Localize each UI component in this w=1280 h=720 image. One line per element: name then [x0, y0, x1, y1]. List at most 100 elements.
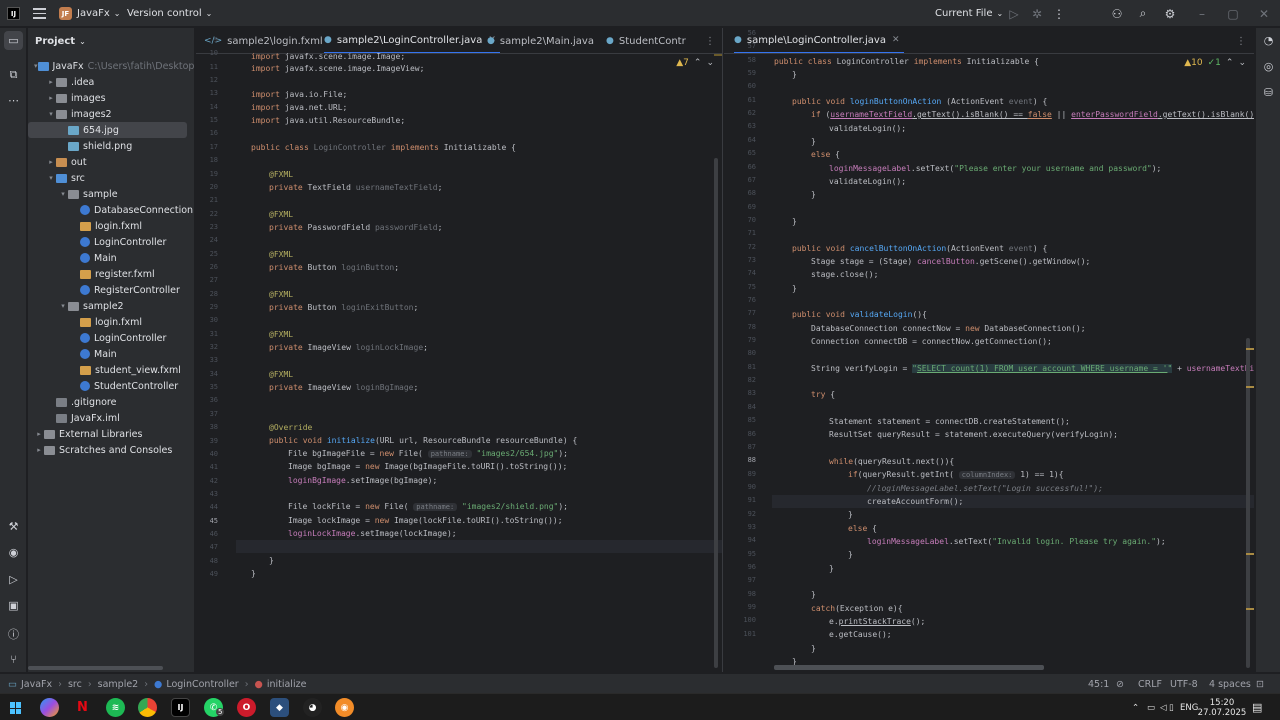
project-horizontal-scrollbar[interactable] — [28, 666, 163, 670]
tab-sample2-main-java[interactable]: ● sample2\Main.java — [487, 28, 594, 53]
tree-item[interactable]: ▾ images2 — [28, 106, 194, 122]
account-icon[interactable]: ⚇ — [1109, 0, 1125, 27]
lock-icon[interactable]: ⊡ — [1256, 674, 1264, 694]
tree-item[interactable]: ▾ sample2 — [28, 298, 194, 314]
tree-item[interactable]: register.fxml — [28, 266, 194, 282]
tree-item[interactable]: .gitignore — [28, 394, 194, 410]
project-panel-header[interactable]: Project ⌄ — [28, 28, 194, 54]
breadcrumb-item[interactable]: src — [68, 679, 82, 690]
tree-item[interactable]: LoginController — [28, 234, 194, 250]
run-tool-icon[interactable]: ▷ — [4, 570, 23, 589]
netflix-icon[interactable]: N — [73, 698, 92, 717]
tree-item[interactable]: ▸ Scratches and Consoles — [28, 442, 194, 458]
file-encoding[interactable]: UTF-8 — [1170, 674, 1198, 694]
database-icon[interactable]: ⛁ — [1259, 83, 1278, 102]
build-tool-icon[interactable]: ⚒ — [4, 517, 23, 536]
caret-position[interactable]: 45:1 — [1088, 674, 1109, 694]
run-icon[interactable]: ▷ — [1006, 0, 1022, 27]
expand-arrow-icon[interactable]: ▾ — [46, 110, 56, 118]
tree-item[interactable]: ▾ JavaFx C:\Users\fatih\Desktop\ — [28, 58, 194, 74]
collapse-arrow-icon[interactable]: ▸ — [46, 78, 56, 86]
ssms-icon[interactable]: ◆ — [270, 698, 289, 717]
tray-chevron-up-icon[interactable]: ⌃ — [1132, 694, 1139, 720]
network-icon[interactable]: ▭ — [1147, 694, 1155, 720]
close-window-icon[interactable]: ✕ — [1256, 0, 1272, 27]
indent-setting[interactable]: 4 spaces — [1209, 674, 1251, 694]
inspection-widget[interactable]: ▲10 ✓1 ⌃ ⌄ — [1184, 58, 1246, 68]
notifications-icon[interactable]: ◔ — [1259, 31, 1278, 50]
expand-arrow-icon[interactable]: ▾ — [34, 62, 38, 70]
run-configuration-widget[interactable]: Current File ⌄ — [935, 0, 1003, 27]
tab-studentcontroller[interactable]: ● StudentContr — [606, 28, 686, 53]
collapse-arrow-icon[interactable]: ▸ — [46, 94, 56, 102]
more-actions-icon[interactable]: ⋮ — [1051, 0, 1067, 27]
tree-item[interactable]: ▾ sample — [28, 186, 194, 202]
git-tool-icon[interactable]: ⑂ — [4, 650, 23, 669]
debug-icon[interactable]: ✲ — [1029, 0, 1045, 27]
expand-arrow-icon[interactable]: ▾ — [58, 302, 68, 310]
breadcrumb-item[interactable]: sample2 — [98, 679, 139, 690]
opera-gx-icon[interactable]: O — [237, 698, 256, 717]
breadcrumb-item[interactable]: initialize — [267, 679, 307, 690]
tree-item[interactable]: ▸ out — [28, 154, 194, 170]
collapse-arrow-icon[interactable]: ▸ — [34, 446, 44, 454]
structure-tool-icon[interactable]: ⧉ — [4, 65, 23, 84]
terminal-tool-icon[interactable]: ▣ — [4, 596, 23, 615]
expand-arrow-icon[interactable]: ▾ — [58, 190, 68, 198]
tree-item[interactable]: login.fxml — [28, 314, 194, 330]
tree-item[interactable]: JavaFx.iml — [28, 410, 194, 426]
blender-icon[interactable]: ◉ — [335, 698, 354, 717]
search-everywhere-icon[interactable]: ⌕ — [1135, 0, 1151, 27]
settings-gear-icon[interactable]: ⚙ — [1162, 0, 1178, 27]
inspection-widget[interactable]: ▲7 ⌃ ⌄ — [676, 58, 714, 68]
breadcrumb-item[interactable]: JavaFx — [21, 679, 52, 690]
battery-icon[interactable]: ▯ — [1169, 694, 1174, 720]
volume-icon[interactable]: ◁ — [1160, 694, 1167, 720]
line-separator[interactable]: CRLF — [1138, 674, 1162, 694]
left-vertical-scrollbar[interactable] — [714, 158, 718, 668]
minimize-window-icon[interactable]: – — [1194, 0, 1210, 27]
collapse-arrow-icon[interactable]: ▸ — [46, 158, 56, 166]
tree-item[interactable]: StudentController — [28, 378, 194, 394]
notification-center-icon[interactable]: ▤ — [1252, 694, 1262, 720]
tree-item[interactable]: RegisterController — [28, 282, 194, 298]
tree-item[interactable]: ▸ External Libraries — [28, 426, 194, 442]
more-tools-icon[interactable]: ⋯ — [4, 91, 23, 110]
tree-item[interactable]: DatabaseConnection — [28, 202, 194, 218]
chevron-up-icon[interactable]: ⌃ — [1226, 58, 1234, 68]
tree-item[interactable]: LoginController — [28, 330, 194, 346]
project-badge[interactable]: JF — [59, 7, 72, 20]
tree-item[interactable]: 654.jpg — [28, 122, 187, 138]
tree-item[interactable]: Main — [28, 250, 194, 266]
github-icon[interactable]: ◕ — [303, 698, 322, 717]
tree-item[interactable]: student_view.fxml — [28, 362, 194, 378]
breadcrumb-item[interactable]: LoginController — [166, 679, 238, 690]
clock[interactable]: 15:20 27.07.2025 — [1198, 694, 1247, 720]
tree-item[interactable]: ▸ images — [28, 90, 194, 106]
tabs-more-icon[interactable]: ⋮ — [1236, 28, 1246, 53]
right-horizontal-scrollbar[interactable] — [774, 665, 1044, 670]
problems-tool-icon[interactable]: ⓘ — [4, 624, 23, 643]
close-tab-icon[interactable]: ✕ — [892, 35, 900, 45]
project-widget[interactable]: JavaFx ⌄ — [77, 0, 121, 27]
chevron-down-icon[interactable]: ⌄ — [706, 58, 714, 68]
main-menu-button[interactable] — [31, 0, 47, 27]
windows-start-icon[interactable] — [10, 702, 22, 714]
maximize-window-icon[interactable]: ▢ — [1225, 0, 1241, 27]
tabs-more-icon[interactable]: ⋮ — [705, 28, 715, 53]
tree-item[interactable]: shield.png — [28, 138, 194, 154]
tab-sample-logincontroller-java[interactable]: ● sample\LoginController.java ✕ — [734, 28, 904, 53]
intellij-taskbar-icon[interactable]: IJ — [171, 698, 190, 717]
collapse-arrow-icon[interactable]: ▸ — [34, 430, 44, 438]
vcs-widget[interactable]: Version control ⌄ — [127, 0, 212, 27]
readonly-toggle-icon[interactable]: ⊘ — [1116, 674, 1124, 694]
expand-arrow-icon[interactable]: ▾ — [46, 174, 56, 182]
chevron-up-icon[interactable]: ⌃ — [694, 58, 702, 68]
tree-item[interactable]: ▸ .idea — [28, 74, 194, 90]
spotify-icon[interactable]: ≋ — [106, 698, 125, 717]
ai-assistant-icon[interactable]: ◎ — [1259, 57, 1278, 76]
chevron-down-icon[interactable]: ⌄ — [1238, 58, 1246, 68]
copilot-icon[interactable] — [40, 698, 59, 717]
tree-item[interactable]: ▾ src — [28, 170, 194, 186]
tree-item[interactable]: Main — [28, 346, 194, 362]
